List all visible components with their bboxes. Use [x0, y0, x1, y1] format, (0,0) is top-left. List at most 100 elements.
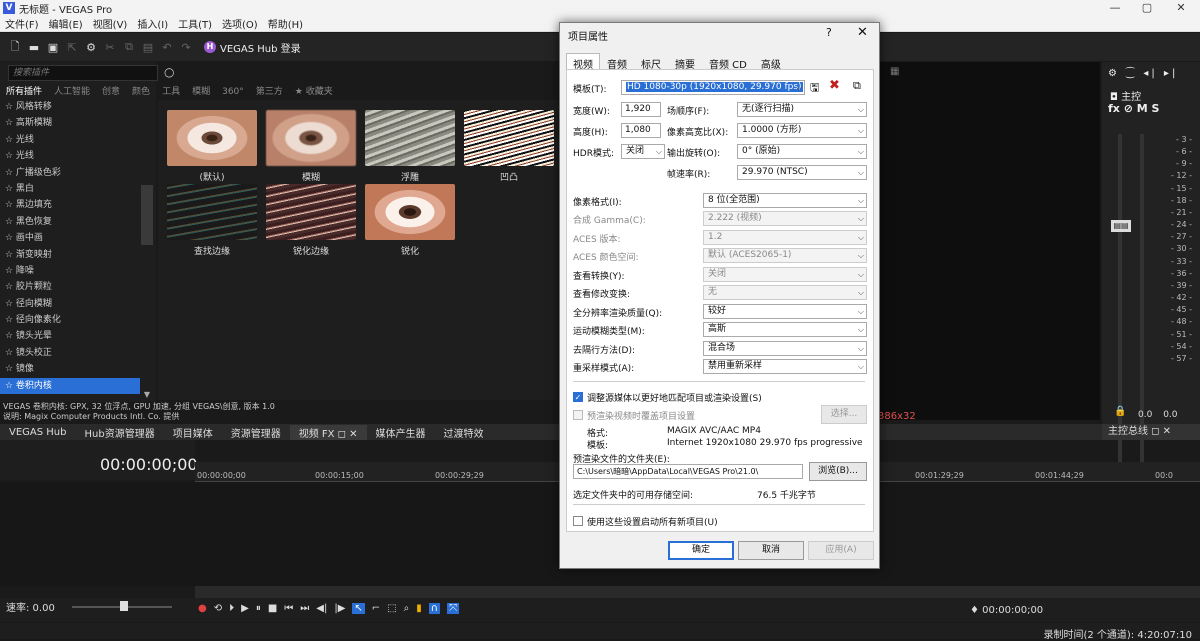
height-input[interactable]: 1,080: [621, 123, 661, 138]
snapping-icon[interactable]: ∩: [428, 603, 441, 614]
preset-thumb-find-edges[interactable]: [167, 184, 257, 240]
rotation-dropdown[interactable]: 0° (原始) ⌵: [737, 144, 867, 159]
plugin-list-scrollbar[interactable]: [141, 185, 153, 245]
template-dropdown[interactable]: HD 1080-30p (1920x1080, 29.970 fps) ⌵: [621, 80, 805, 95]
auto-ripple-icon[interactable]: ⤧: [447, 603, 460, 614]
tab-media-generators[interactable]: 媒体产生器: [367, 425, 435, 440]
zoom-tool-icon[interactable]: ⌕: [404, 603, 410, 614]
paste-icon[interactable]: ▤: [141, 41, 155, 54]
tab-transitions[interactable]: 过渡特效: [435, 425, 493, 440]
menu-tools[interactable]: 工具(T): [173, 16, 217, 31]
menu-file[interactable]: 文件(F): [0, 16, 44, 31]
tab-video-fx[interactable]: 视频 FX ◻ ✕: [289, 424, 367, 440]
list-item-selected[interactable]: ☆ 卷积内核: [0, 377, 140, 395]
framerate-dropdown[interactable]: 29.970 (NTSC) ⌵: [737, 165, 867, 180]
motion-blur-dropdown[interactable]: 高斯 ⌵: [703, 322, 867, 337]
tab-vegas-hub[interactable]: VEGAS Hub: [0, 427, 75, 438]
tab-project-media[interactable]: 项目媒体: [164, 425, 222, 440]
list-item[interactable]: ☆ 降噪: [0, 263, 140, 279]
list-item[interactable]: ☆ 光线: [0, 132, 140, 148]
search-icon[interactable]: ○: [164, 65, 174, 79]
settings-gear-icon[interactable]: ⚙: [84, 41, 98, 54]
cancel-button[interactable]: 取消: [738, 541, 804, 560]
save-icon[interactable]: ▣: [46, 41, 60, 54]
scroll-down-icon[interactable]: ▼: [141, 390, 153, 400]
cut-icon[interactable]: ✂: [103, 41, 117, 54]
deinterlace-dropdown[interactable]: 混合场 ⌵: [703, 341, 867, 356]
match-media-icon[interactable]: ⧉: [853, 79, 861, 93]
play-icon[interactable]: ▶: [241, 603, 249, 614]
envelope-tool-icon[interactable]: ⌐: [372, 603, 380, 614]
menu-insert[interactable]: 插入(I): [132, 16, 173, 31]
lock-icon[interactable]: 🔒: [1114, 406, 1126, 417]
preset-thumb-blur[interactable]: [266, 110, 356, 166]
list-item[interactable]: ☆ 高斯模糊: [0, 115, 140, 131]
selection-tool-icon[interactable]: ⬚: [387, 603, 396, 614]
grid-icon[interactable]: ▦: [890, 66, 899, 77]
record-icon[interactable]: ●: [198, 603, 207, 614]
preset-thumb-relief[interactable]: [464, 110, 554, 166]
export-icon[interactable]: ⇱: [65, 41, 79, 54]
marker-icon[interactable]: ▮: [416, 603, 422, 614]
width-input[interactable]: 1,920: [621, 102, 661, 117]
go-to-end-icon[interactable]: ⏭: [300, 603, 309, 614]
browse-button[interactable]: 浏览(B)...: [809, 462, 867, 481]
next-frame-icon[interactable]: |▶: [334, 603, 345, 614]
dialog-close-button[interactable]: ✕: [857, 25, 868, 40]
new-file-icon[interactable]: 🗋: [8, 38, 22, 57]
open-folder-icon[interactable]: ▬: [27, 41, 41, 54]
tab-creative[interactable]: 创意: [96, 85, 126, 99]
normal-edit-tool-icon[interactable]: ↖: [352, 603, 365, 614]
preset-thumb-sharpen[interactable]: [365, 184, 455, 240]
list-item[interactable]: ☆ 镜头校正: [0, 345, 140, 361]
tab-ai[interactable]: 人工智能: [48, 85, 96, 99]
tab-color[interactable]: 颜色: [126, 85, 156, 99]
hdr-dropdown[interactable]: 关闭 ⌵: [621, 144, 665, 159]
pixel-format-dropdown[interactable]: 8 位(全范围) ⌵: [703, 193, 867, 208]
adjust-media-checkbox[interactable]: ✓: [573, 392, 583, 402]
menu-options[interactable]: 选项(O): [217, 16, 263, 31]
tab-favorites[interactable]: ★ 收藏夹: [289, 85, 339, 99]
close-button[interactable]: ✕: [1162, 0, 1200, 16]
copy-icon[interactable]: ⧉: [122, 40, 136, 54]
tab-hub-explorer[interactable]: Hub资源管理器: [75, 425, 163, 440]
list-item[interactable]: ☆ 镜像: [0, 361, 140, 377]
par-dropdown[interactable]: 1.0000 (方形) ⌵: [737, 123, 867, 138]
list-item[interactable]: ☆ 风格转移: [0, 99, 140, 115]
resample-dropdown[interactable]: 禁用重新采样 ⌵: [703, 359, 867, 374]
list-item[interactable]: ☆ 胶片颗粒: [0, 279, 140, 295]
pause-icon[interactable]: ⏸: [256, 603, 261, 614]
tab-blur[interactable]: 模糊: [186, 85, 216, 99]
list-item[interactable]: ☆ 广播级色彩: [0, 165, 140, 181]
master-top-icons[interactable]: ⚙ ⁐ ◂| ▸|: [1108, 68, 1178, 79]
preset-thumb-sharpen-edges[interactable]: [266, 184, 356, 240]
master-fader-handle[interactable]: ▤▤: [1111, 220, 1131, 232]
prev-frame-icon[interactable]: ◀|: [316, 603, 327, 614]
menu-edit[interactable]: 编辑(E): [44, 16, 88, 31]
list-item[interactable]: ☆ 黑白: [0, 181, 140, 197]
list-item[interactable]: ☆ 渐变映射: [0, 247, 140, 263]
loop-icon[interactable]: ⟲: [214, 603, 222, 614]
list-item[interactable]: ☆ 径向模糊: [0, 296, 140, 312]
maximize-button[interactable]: ▢: [1128, 0, 1166, 16]
rate-slider-handle[interactable]: [120, 601, 128, 611]
help-button[interactable]: ?: [826, 26, 832, 39]
list-item[interactable]: ☆ 镜头光晕: [0, 328, 140, 344]
render-quality-dropdown[interactable]: 较好 ⌵: [703, 304, 867, 319]
tab-360[interactable]: 360°: [216, 85, 250, 99]
tab-explorer[interactable]: 资源管理器: [222, 425, 290, 440]
tab-third-party[interactable]: 第三方: [250, 85, 289, 99]
undo-icon[interactable]: ↶: [160, 41, 174, 54]
tab-all-plugins[interactable]: 所有插件: [0, 85, 48, 99]
prerender-folder-input[interactable]: C:\Users\暗暗\AppData\Local\VEGAS Pro\21.0…: [573, 464, 803, 479]
list-item[interactable]: ☆ 画中画: [0, 230, 140, 246]
menu-help[interactable]: 帮助(H): [263, 16, 308, 31]
list-item[interactable]: ☆ 光线: [0, 148, 140, 164]
menu-view[interactable]: 视图(V): [88, 16, 133, 31]
play-from-start-icon[interactable]: ⏵: [229, 603, 234, 614]
timeline-scrollbar[interactable]: [195, 586, 1200, 598]
list-item[interactable]: ☆ 黑边填充: [0, 197, 140, 213]
plugin-search-input[interactable]: 搜索插件: [8, 65, 158, 81]
redo-icon[interactable]: ↷: [179, 41, 193, 54]
list-item[interactable]: ☆ 径向像素化: [0, 312, 140, 328]
